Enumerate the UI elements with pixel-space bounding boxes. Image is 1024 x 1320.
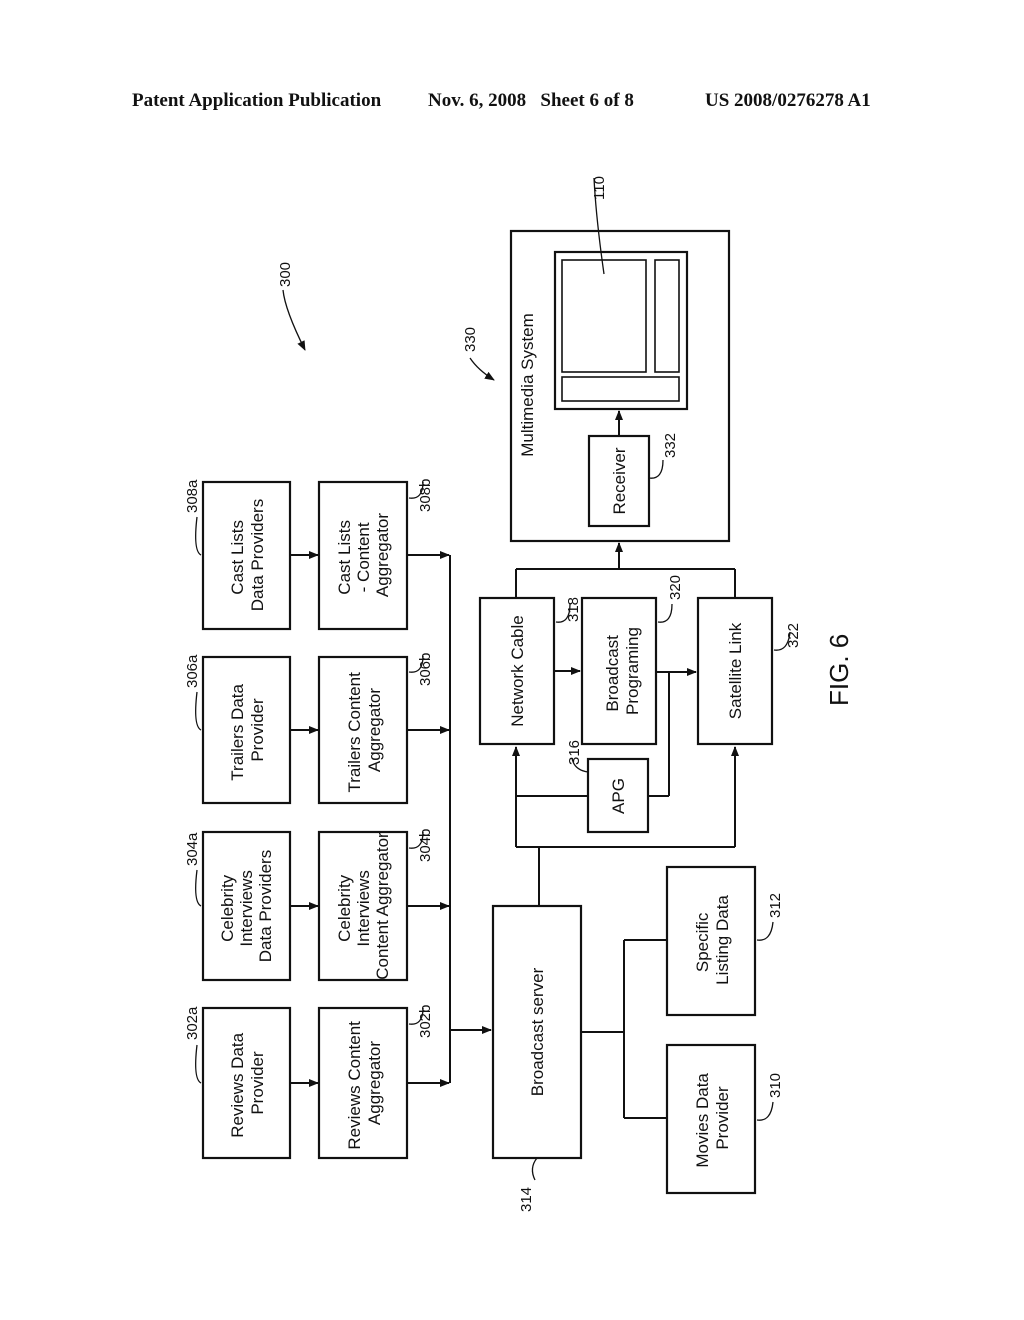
ref-302a: 302a <box>184 1006 201 1040</box>
provider-box-celebrity: Celebrity Interviews Data Providers <box>201 830 292 982</box>
figure-label: FIG. 6 <box>824 634 854 706</box>
provider-box-trailers: Trailers Data Provider <box>201 655 292 805</box>
broadcast-server-box: Broadcast server <box>491 904 583 1160</box>
ref-322: 322 <box>785 623 802 648</box>
svg-text:Cast Lists Data Provider: Cast Lists Data Providers <box>228 499 267 611</box>
svg-text:Broadcast Programing: Broadcast Programing <box>603 627 642 715</box>
ref-312: 312 <box>767 893 784 918</box>
movies-data-provider-box: Movies Data Provider <box>665 1043 757 1195</box>
aggregator-box-cast-lists: Cast Lists - Content Aggregator <box>317 480 409 631</box>
broadcast-programing-box: Broadcast Programing <box>580 596 658 746</box>
svg-text:Specific Listing Data: Specific Listing Data <box>693 895 732 985</box>
ref-318: 318 <box>565 597 582 622</box>
ref-330: 330 <box>462 327 479 352</box>
ref-314: 314 <box>518 1187 535 1212</box>
provider-box-cast-lists: Cast Lists Data Providers <box>201 480 292 631</box>
ref-300: 300 <box>277 262 294 287</box>
specific-listing-data-box: Specific Listing Data <box>665 865 757 1017</box>
svg-text:Cast Lists - Content: Cast Lists - Content Aggregator <box>335 513 392 597</box>
svg-text:APG: APG <box>609 778 628 814</box>
svg-text:Receiver: Receiver <box>610 447 629 514</box>
aggregator-box-celebrity: Celebrity Interviews Content Aggregator <box>317 830 409 982</box>
ref-316: 316 <box>566 740 583 765</box>
aggregator-box-reviews: Reviews Content Aggregator <box>317 1006 409 1160</box>
ref-304a: 304a <box>184 832 201 866</box>
receiver-box: Receiver <box>587 434 651 528</box>
apg-box: APG <box>586 757 650 834</box>
figure-6-diagram: Reviews Data Provider Celebrity Intervie… <box>184 176 854 1212</box>
ref-310: 310 <box>767 1073 784 1098</box>
provider-box-reviews: Reviews Data Provider <box>201 1006 292 1160</box>
ref-332: 332 <box>662 433 679 458</box>
ref-306a: 306a <box>184 654 201 688</box>
satellite-link-box: Satellite Link <box>696 596 774 746</box>
ref-308a: 308a <box>184 479 201 513</box>
display-screen <box>553 250 689 411</box>
aggregator-box-trailers: Trailers Content Aggregator <box>317 655 409 805</box>
svg-text:Satellite Link: Satellite Link <box>726 622 745 719</box>
svg-text:Network Cable: Network Cable <box>508 615 527 727</box>
svg-text:Broadcast server: Broadcast server <box>528 967 547 1096</box>
ref-320: 320 <box>667 575 684 600</box>
network-cable-box: Network Cable <box>478 596 556 746</box>
svg-text:Multimedia System: Multimedia System <box>518 313 537 457</box>
